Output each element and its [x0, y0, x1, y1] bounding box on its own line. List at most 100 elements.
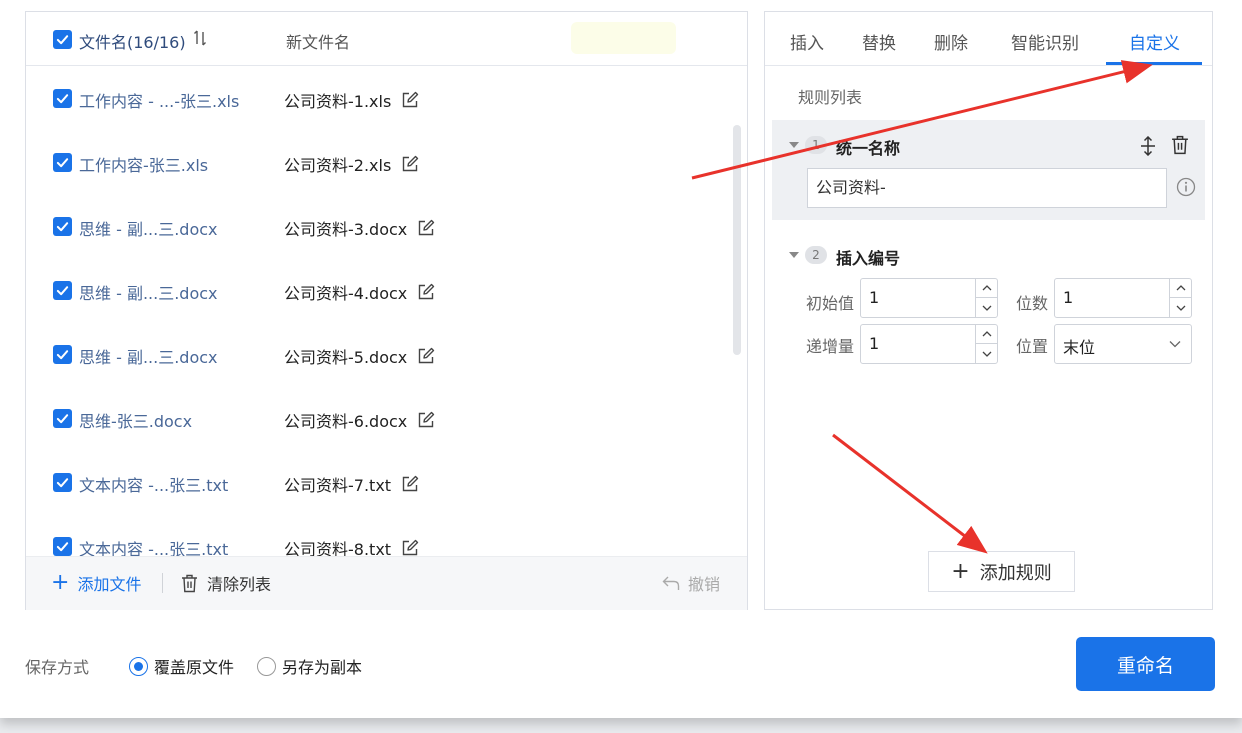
- original-filename: 工作内容-张三.xls: [79, 156, 209, 175]
- sort-icon[interactable]: [193, 29, 207, 47]
- rule-tabs: 插入 替换 删除 智能识别 自定义: [765, 12, 1212, 66]
- chevron-up-icon: [1176, 285, 1185, 291]
- select-all-checkbox[interactable]: [53, 30, 72, 49]
- add-file-label: 添加文件: [77, 575, 142, 594]
- new-filename: 公司资料-4.docx: [284, 284, 408, 303]
- delete-rule-icon[interactable]: [1171, 135, 1189, 155]
- original-filename: 思维-张三.docx: [79, 412, 193, 431]
- new-filename: 公司资料-7.txt: [284, 476, 392, 495]
- original-filename: 文本内容 -...张三.txt: [79, 540, 229, 557]
- edit-icon[interactable]: [417, 219, 435, 237]
- edit-icon[interactable]: [401, 155, 419, 173]
- highlight-mark: [571, 22, 676, 54]
- chevron-down-icon: [982, 305, 991, 311]
- check-icon: [56, 286, 69, 296]
- trash-icon: [182, 574, 197, 592]
- chevron-up-icon: [982, 331, 991, 337]
- row-checkbox[interactable]: [53, 217, 72, 236]
- position-value: 末位: [1063, 338, 1096, 357]
- row-checkbox[interactable]: [53, 537, 72, 556]
- rename-button[interactable]: 重命名: [1076, 637, 1215, 691]
- info-icon[interactable]: [1176, 177, 1196, 197]
- add-rule-label: 添加规则: [979, 562, 1052, 584]
- digits-stepper[interactable]: 1: [1054, 278, 1192, 318]
- tab-custom[interactable]: 自定义: [1129, 29, 1180, 54]
- decrement-button[interactable]: [976, 298, 997, 317]
- new-filename-column-header: 新文件名: [286, 33, 351, 52]
- plus-icon: +: [51, 570, 70, 595]
- row-checkbox[interactable]: [53, 89, 72, 108]
- row-checkbox[interactable]: [53, 409, 72, 428]
- undo-label: 撤销: [687, 575, 720, 594]
- edit-icon[interactable]: [417, 411, 435, 429]
- chevron-down-icon: [1176, 305, 1185, 311]
- radio-unselected[interactable]: [257, 656, 276, 676]
- move-icon[interactable]: [1139, 136, 1157, 156]
- edit-icon[interactable]: [401, 475, 419, 493]
- table-row[interactable]: 思维-张三.docx 公司资料-6.docx: [26, 387, 726, 451]
- increment-label: 递增量: [806, 337, 855, 356]
- new-filename: 公司资料-3.docx: [284, 220, 408, 239]
- add-file-button[interactable]: + 添加文件: [51, 571, 141, 595]
- table-row[interactable]: 工作内容 - ...-张三.xls 公司资料-1.xls: [26, 67, 726, 131]
- rename-tool-window: 文件名(16/16) 新文件名 工作内容 - ...-张三.xls 公司资料-1…: [0, 0, 1242, 718]
- rule-title: 插入编号: [836, 249, 901, 268]
- undo-button[interactable]: 撤销: [662, 571, 720, 595]
- table-row[interactable]: 思维 - 副...三.docx 公司资料-4.docx: [26, 259, 726, 323]
- increment-button[interactable]: [976, 279, 997, 298]
- original-filename: 文本内容 -...张三.txt: [79, 476, 229, 495]
- tab-insert[interactable]: 插入: [790, 29, 824, 54]
- save-copy-label: 另存为副本: [282, 658, 363, 677]
- tab-smart-recognition[interactable]: 智能识别: [1011, 29, 1079, 54]
- filename-column-header: 文件名(16/16): [79, 33, 186, 52]
- position-select[interactable]: 末位: [1054, 324, 1192, 364]
- new-filename: 公司资料-8.txt: [284, 540, 392, 557]
- check-icon: [56, 478, 69, 488]
- table-row[interactable]: 思维 - 副...三.docx 公司资料-3.docx: [26, 195, 726, 259]
- check-icon: [56, 542, 69, 552]
- divider: [162, 573, 163, 593]
- unify-name-input[interactable]: 公司资料-: [807, 168, 1167, 208]
- save-copy-option[interactable]: 另存为副本: [257, 654, 362, 678]
- position-label: 位置: [1016, 337, 1049, 356]
- decrement-button[interactable]: [976, 344, 997, 363]
- edit-icon[interactable]: [401, 539, 419, 557]
- row-checkbox[interactable]: [53, 153, 72, 172]
- list-scrollbar[interactable]: [733, 125, 741, 355]
- add-rule-button[interactable]: + 添加规则: [928, 551, 1075, 592]
- edit-icon[interactable]: [401, 91, 419, 109]
- decrement-button[interactable]: [1170, 298, 1191, 317]
- row-checkbox[interactable]: [53, 345, 72, 364]
- increment-button[interactable]: [976, 325, 997, 344]
- check-icon: [56, 414, 69, 424]
- tab-replace[interactable]: 替换: [862, 29, 896, 54]
- rule-insert-number: 2 插入编号 初始值 1 位数 1 递增量 1 位置 末位: [772, 240, 1205, 380]
- collapse-caret-icon[interactable]: [789, 142, 799, 148]
- radio-selected[interactable]: [129, 656, 148, 676]
- table-row[interactable]: 思维 - 副...三.docx 公司资料-5.docx: [26, 323, 726, 387]
- rules-list-title: 规则列表: [798, 88, 863, 107]
- row-checkbox[interactable]: [53, 473, 72, 492]
- row-checkbox[interactable]: [53, 281, 72, 300]
- table-row[interactable]: 文本内容 -...张三.txt 公司资料-8.txt: [26, 515, 726, 557]
- clear-list-label: 清除列表: [207, 575, 272, 594]
- edit-icon[interactable]: [417, 283, 435, 301]
- increment-stepper[interactable]: 1: [860, 324, 998, 364]
- clear-list-button[interactable]: 清除列表: [181, 571, 271, 595]
- tab-delete[interactable]: 删除: [934, 29, 968, 54]
- overwrite-option[interactable]: 覆盖原文件: [129, 654, 234, 678]
- edit-icon[interactable]: [417, 347, 435, 365]
- rule-number-badge: 2: [805, 246, 827, 264]
- plus-icon: +: [951, 558, 970, 584]
- rule-unify-name: 1 统一名称 公司资料-: [772, 120, 1205, 220]
- new-filename: 公司资料-5.docx: [284, 348, 408, 367]
- digits-label: 位数: [1016, 294, 1049, 313]
- overwrite-label: 覆盖原文件: [154, 658, 235, 677]
- collapse-caret-icon[interactable]: [789, 252, 799, 258]
- table-row[interactable]: 文本内容 -...张三.txt 公司资料-7.txt: [26, 451, 726, 515]
- chevron-up-icon: [982, 285, 991, 291]
- table-row[interactable]: 工作内容-张三.xls 公司资料-2.xls: [26, 131, 726, 195]
- new-filename: 公司资料-6.docx: [284, 412, 408, 431]
- increment-button[interactable]: [1170, 279, 1191, 298]
- start-value-stepper[interactable]: 1: [860, 278, 998, 318]
